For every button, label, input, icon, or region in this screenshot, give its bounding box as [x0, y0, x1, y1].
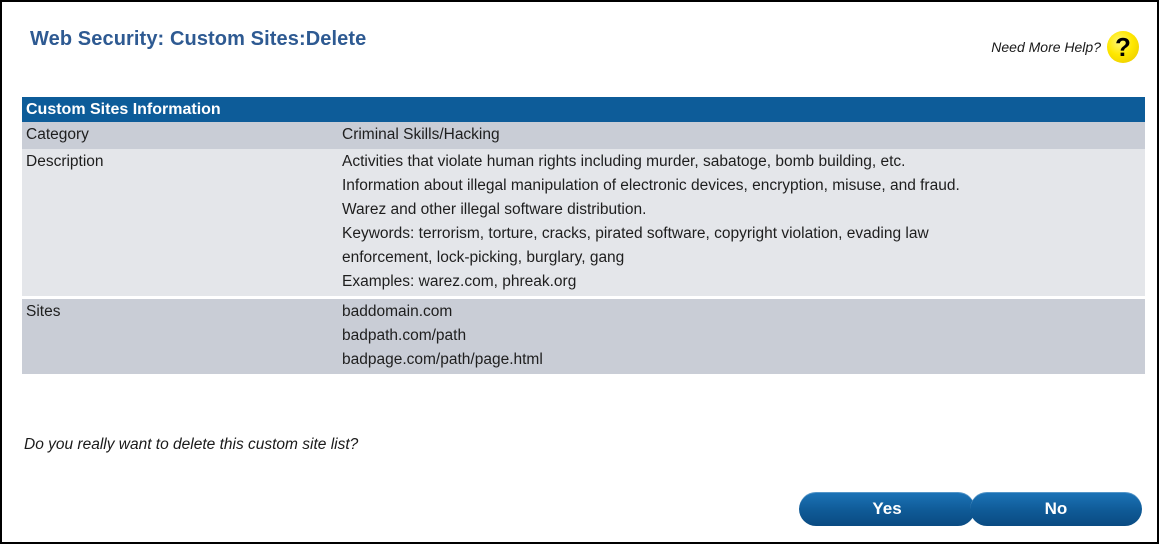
help-question-icon[interactable]: ?	[1107, 31, 1139, 63]
description-line: Information about illegal manipulation o…	[342, 177, 960, 194]
row-value: Criminal Skills/Hacking	[338, 122, 1145, 149]
site-entry: baddomain.com	[342, 303, 453, 320]
no-button[interactable]: No	[970, 492, 1142, 526]
description-line: Activities that violate human rights inc…	[342, 153, 906, 170]
page-title: Web Security: Custom Sites:Delete	[30, 28, 367, 50]
description-line: Keywords: terrorism, torture, cracks, pi…	[342, 225, 929, 242]
page-frame: Web Security: Custom Sites:Delete Need M…	[0, 0, 1159, 544]
help-area: Need More Help? ?	[991, 31, 1139, 63]
site-entry: badpath.com/path	[342, 327, 467, 344]
need-more-help-link[interactable]: Need More Help?	[991, 39, 1101, 55]
row-value: Activities that violate human rights inc…	[338, 149, 1145, 296]
row-label: Category	[22, 122, 338, 149]
description-line: Warez and other illegal software distrib…	[342, 201, 647, 218]
site-entry: badpage.com/path/page.html	[342, 351, 543, 368]
row-label: Description	[22, 149, 338, 296]
category-value: Criminal Skills/Hacking	[342, 126, 500, 143]
table-row-sites: Sites baddomain.com badpath.com/path bad…	[22, 299, 1145, 374]
row-label: Sites	[22, 299, 338, 374]
description-line: Examples: warez.com, phreak.org	[342, 273, 577, 290]
delete-confirmation-question: Do you really want to delete this custom…	[24, 436, 359, 453]
custom-sites-info-table: Custom Sites Information Category Crimin…	[22, 97, 1145, 374]
table-row-description: Description Activities that violate huma…	[22, 149, 1145, 296]
table-heading: Custom Sites Information	[22, 97, 1145, 122]
row-value: baddomain.com badpath.com/path badpage.c…	[338, 299, 1145, 374]
description-line: enforcement, lock-picking, burglary, gan…	[342, 249, 625, 266]
table-row-category: Category Criminal Skills/Hacking	[22, 122, 1145, 149]
yes-button[interactable]: Yes	[799, 492, 975, 526]
